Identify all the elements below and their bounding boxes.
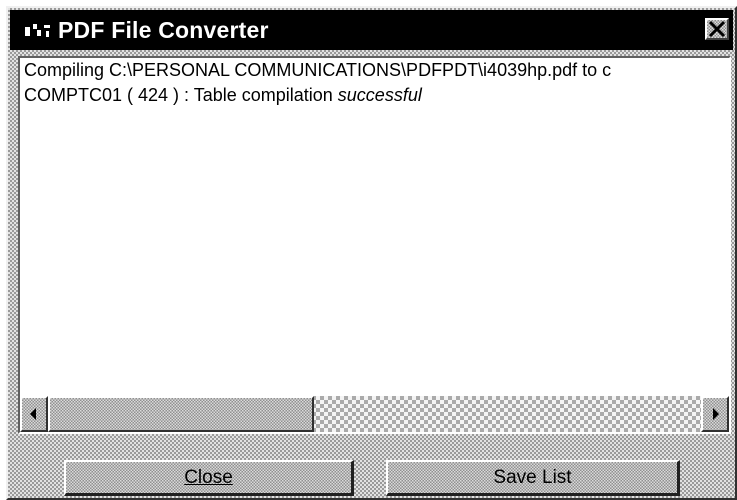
scroll-thumb[interactable] bbox=[48, 396, 314, 432]
title-bar[interactable]: PDF File Converter bbox=[10, 10, 733, 50]
left-arrow-icon bbox=[22, 398, 46, 430]
title-close-button[interactable] bbox=[705, 18, 729, 40]
scroll-left-button[interactable] bbox=[20, 396, 48, 432]
window-title: PDF File Converter bbox=[58, 17, 269, 43]
save-list-button[interactable]: Save List bbox=[386, 460, 680, 496]
horizontal-scrollbar[interactable] bbox=[20, 396, 729, 432]
converter-app-icon bbox=[24, 20, 54, 40]
close-button[interactable]: Close bbox=[64, 460, 354, 496]
log-list[interactable]: Compiling C:\PERSONAL COMMUNICATIONS\PDF… bbox=[18, 56, 731, 434]
scroll-right-button[interactable] bbox=[701, 396, 729, 432]
close-button-label: Close bbox=[184, 466, 233, 488]
log-line-text: Compiling C:\PERSONAL COMMUNICATIONS\PDF… bbox=[24, 60, 612, 80]
log-list-content: Compiling C:\PERSONAL COMMUNICATIONS\PDF… bbox=[20, 58, 729, 396]
save-list-button-label: Save List bbox=[493, 466, 572, 488]
log-line-text: COMPTC01 ( 424 ) : Table compilation bbox=[24, 85, 338, 105]
pdf-converter-dialog: PDF File Converter Compiling C:\PERSONAL… bbox=[6, 6, 737, 500]
right-arrow-icon bbox=[703, 398, 727, 430]
log-line-emphasis: successful bbox=[337, 85, 422, 105]
log-line[interactable]: Compiling C:\PERSONAL COMMUNICATIONS\PDF… bbox=[20, 58, 729, 83]
close-x-icon bbox=[707, 20, 727, 38]
log-line[interactable]: COMPTC01 ( 424 ) : Table compilation suc… bbox=[20, 83, 729, 108]
